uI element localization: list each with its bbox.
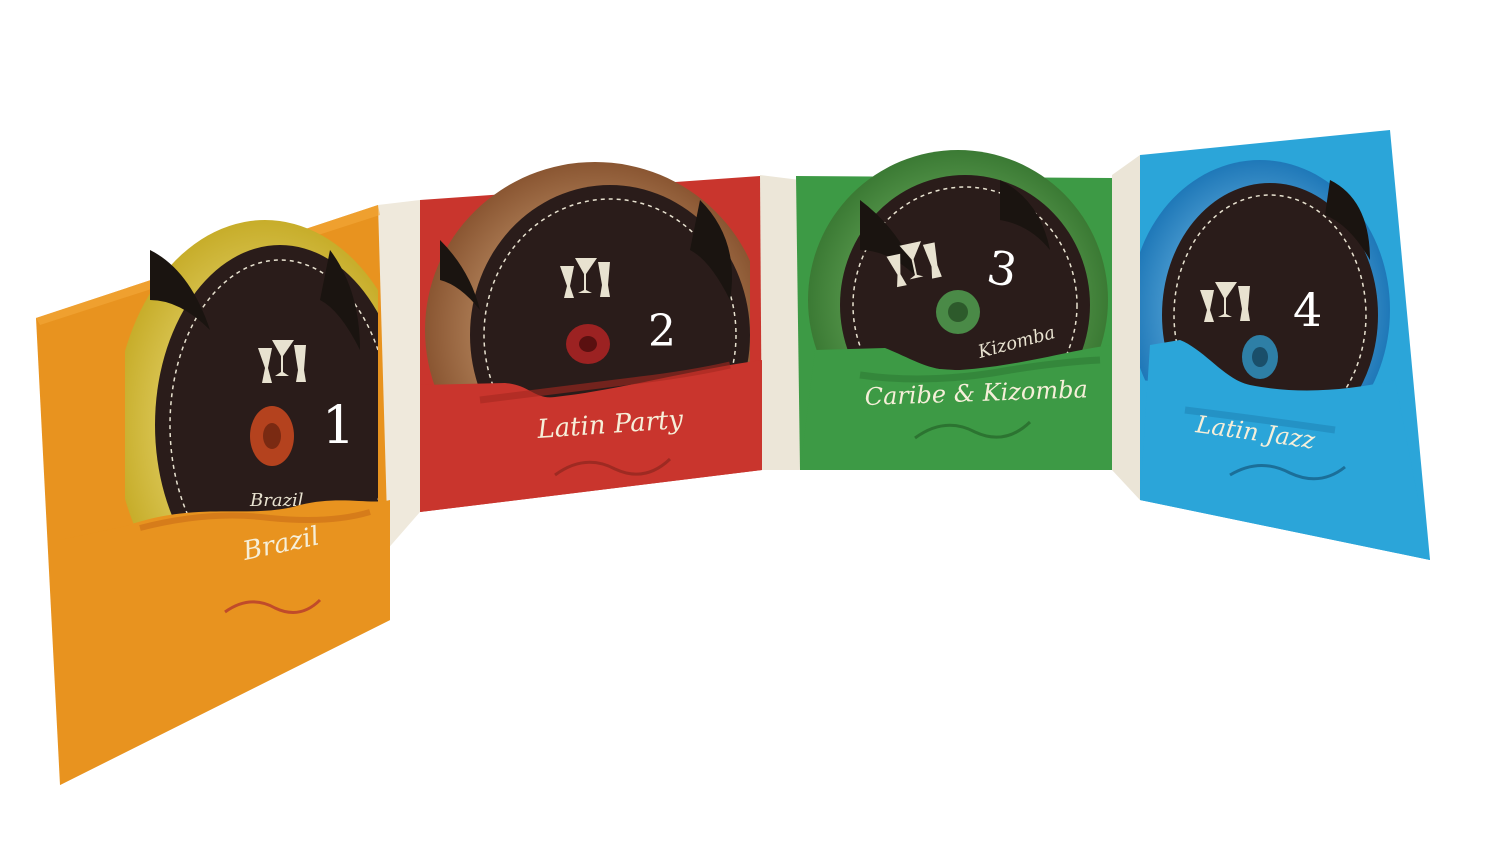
disc-number-2: 2 (648, 306, 676, 357)
disc-number-1: 1 (322, 396, 355, 456)
panel-caribe-kizomba: 3 Kizomba Caribe & Kizomba (796, 150, 1112, 470)
disc-number-4: 4 (1293, 283, 1322, 337)
panel-latin-party: 2 Latin Party (420, 162, 762, 512)
panel-latin-jazz: 4 Latin Jazz (1140, 130, 1430, 560)
cd-digipak-photo: 1 Brazil Brazil 2 Latin Party 3 Kizomba … (36, 130, 1430, 785)
panel-brazil: 1 Brazil Brazil (36, 205, 390, 785)
